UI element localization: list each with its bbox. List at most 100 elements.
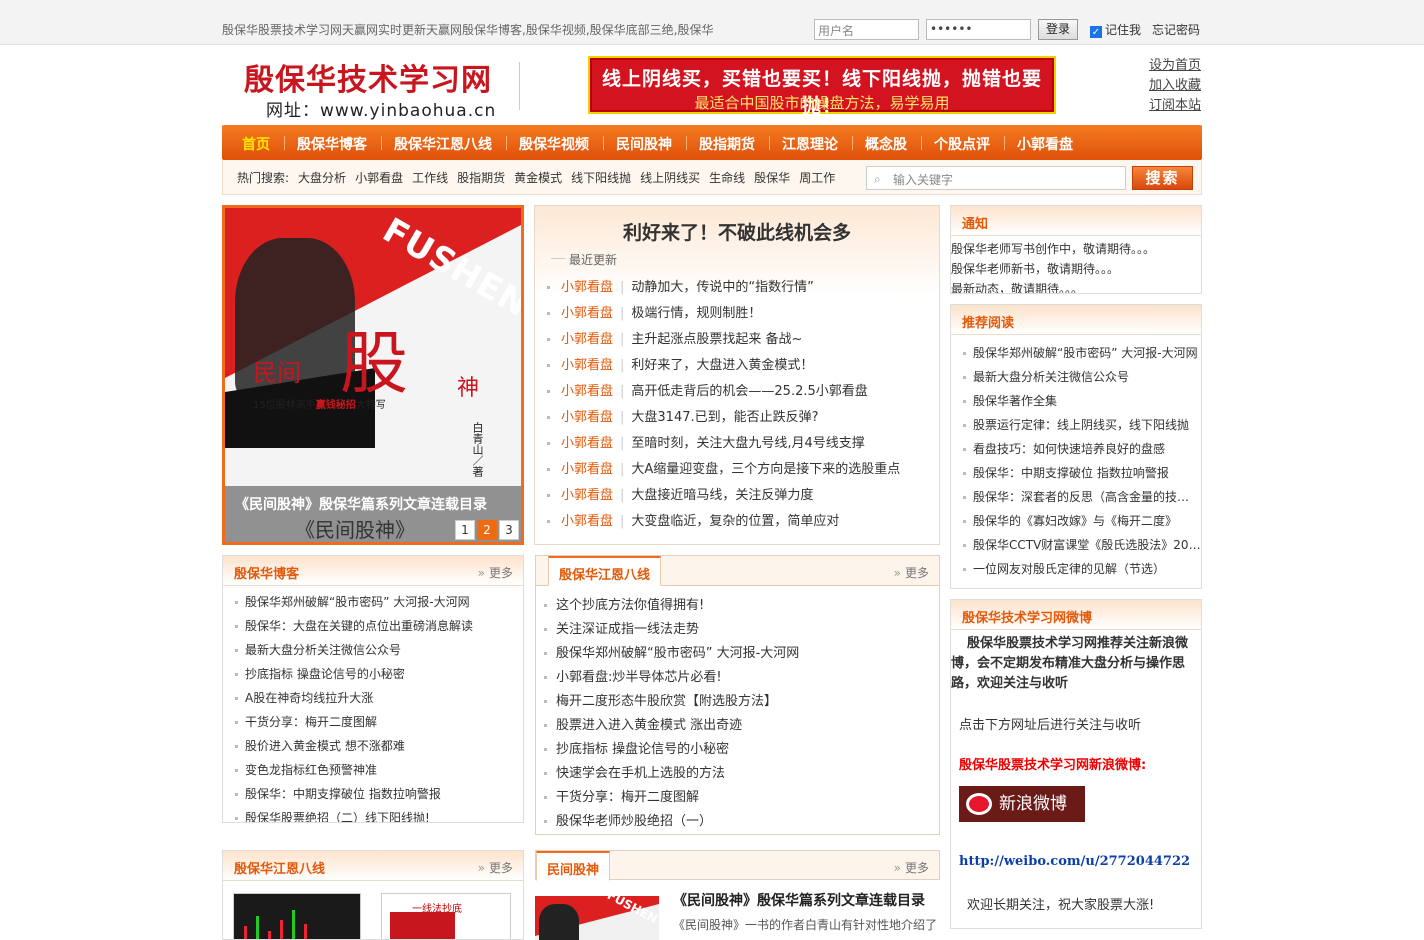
list-item[interactable]: 殷保华老师炒股绝招（一） xyxy=(544,810,939,834)
headline-title[interactable]: 利好来了！不破此线机会多 xyxy=(535,218,939,245)
item-text[interactable]: 最新大盘分析关注微信公众号 xyxy=(973,370,1129,384)
item-text[interactable]: 殷保华CCTV财富课堂《殷氏选股法》2007 xyxy=(973,538,1201,552)
item-text[interactable]: 快速学会在手机上选股的方法 xyxy=(556,766,725,781)
nav-jiangen[interactable]: 殷保华江恩八线 xyxy=(394,134,492,154)
password-input[interactable]: •••••• xyxy=(926,19,1031,40)
list-item[interactable]: 殷保华：中期支撑破位 指数拉响警报 xyxy=(963,461,1201,485)
item-text[interactable]: 大A缩量迎变盘，三个方向是接下来的选股重点 xyxy=(631,462,900,477)
list-item[interactable]: 殷保华：深套者的反思（高含金量的技术文章） xyxy=(963,485,1201,509)
tab-jiangen[interactable]: 殷保华江恩八线 xyxy=(548,556,662,586)
item-text[interactable]: 最新大盘分析关注微信公众号 xyxy=(245,643,401,657)
article-thumbnail[interactable]: FUSHEN xyxy=(535,896,659,940)
subscribe-link[interactable]: 订阅本站 xyxy=(1149,96,1201,116)
item-text[interactable]: 利好来了，大盘进入黄金模式！ xyxy=(631,358,813,373)
nav-xiaoguo[interactable]: 小郭看盘 xyxy=(1017,134,1073,154)
item-tag[interactable]: 小郭看盘 xyxy=(561,280,613,295)
item-tag[interactable]: 小郭看盘 xyxy=(561,462,613,477)
item-text[interactable]: 变色龙指标红色预警神准 xyxy=(245,763,377,777)
slide-page-1[interactable]: 1 xyxy=(455,520,475,540)
list-item[interactable]: 抄底指标 操盘论信号的小秘密 xyxy=(235,662,523,686)
item-text[interactable]: 这个抄底方法你值得拥有! xyxy=(556,598,704,613)
item-text[interactable]: 股价进入黄金模式 想不涨都难 xyxy=(245,739,405,753)
weibo-url-link[interactable]: http://weibo.com/u/2772044722 xyxy=(959,854,1190,869)
list-item[interactable]: 殷保华郑州破解“股市密码” 大河报-大河网 xyxy=(544,642,939,666)
item-text[interactable]: 殷保华郑州破解“股市密码” 大河报-大河网 xyxy=(245,595,470,609)
nav-futures[interactable]: 股指期货 xyxy=(699,134,755,154)
item-text[interactable]: 关注深证成指一线法走势 xyxy=(556,622,699,637)
list-item[interactable]: 股票运行定律：线上阴线买，线下阳线抛 xyxy=(963,413,1201,437)
item-tag[interactable]: 小郭看盘 xyxy=(561,436,613,451)
hot-term[interactable]: 大盘分析 xyxy=(298,171,346,185)
item-text[interactable]: 主升起涨点股票找起来 备战~ xyxy=(631,332,802,347)
list-item[interactable]: 股票进入进入黄金模式 涨出奇迹 xyxy=(544,714,939,738)
list-item[interactable]: 殷保华的《寡妇改嫁》与《梅开二度》 xyxy=(963,509,1201,533)
item-text[interactable]: 干货分享：梅开二度图解 xyxy=(556,790,699,805)
panel-title[interactable]: 殷保华江恩八线 xyxy=(234,858,325,877)
item-text[interactable]: 看盘技巧：如何快速培养良好的盘感 xyxy=(973,442,1165,456)
nav-jiangen-theory[interactable]: 江恩理论 xyxy=(782,134,838,154)
list-item[interactable]: A股在神奇均线拉升大涨 xyxy=(235,686,523,710)
item-text[interactable]: 殷保华郑州破解“股市密码” 大河报-大河网 xyxy=(556,646,799,661)
remember-me-checkbox[interactable]: ✓ 记住我 xyxy=(1090,21,1141,38)
list-item[interactable]: 抄底指标 操盘论信号的小秘密 xyxy=(544,738,939,762)
header-banner[interactable]: 线上阴线买，买错也要买！线下阳线抛，抛错也要抛！ 最适合中国股市的操盘方法，易学… xyxy=(588,56,1056,117)
nav-stock-review[interactable]: 个股点评 xyxy=(934,134,990,154)
list-item[interactable]: 看盘技巧：如何快速培养良好的盘感 xyxy=(963,437,1201,461)
list-item[interactable]: 殷保华股票绝招（二）线下阳线抛! xyxy=(235,806,523,822)
list-item[interactable]: 小郭看盘 | 动静加大，传说中的“指数行情” xyxy=(547,276,900,302)
sina-weibo-logo[interactable]: 新浪微博 xyxy=(959,786,1085,822)
item-text[interactable]: 干货分享：梅开二度图解 xyxy=(245,715,377,729)
slide-page-3[interactable]: 3 xyxy=(499,520,519,540)
item-text[interactable]: 小郭看盘:炒半导体芯片必看! xyxy=(556,670,722,685)
hot-term[interactable]: 股指期货 xyxy=(457,171,505,185)
list-item[interactable]: 殷保华郑州破解“股市密码” 大河报-大河网 xyxy=(235,590,523,614)
item-text[interactable]: 殷保华郑州破解“股市密码” 大河报-大河网 xyxy=(973,346,1198,360)
hot-term[interactable]: 周工作 xyxy=(799,171,835,185)
nav-home[interactable]: 首页 xyxy=(242,134,270,154)
list-item[interactable]: 小郭看盘 | 利好来了，大盘进入黄金模式！ xyxy=(547,354,900,380)
item-text[interactable]: 殷保华的《寡妇改嫁》与《梅开二度》 xyxy=(973,514,1177,528)
item-text[interactable]: 大盘接近暗马线，关注反弹力度 xyxy=(631,488,813,503)
list-item[interactable]: 小郭看盘 | 大盘接近暗马线，关注反弹力度 xyxy=(547,484,900,510)
item-text[interactable]: 抄底指标 操盘论信号的小秘密 xyxy=(556,742,729,757)
hot-term[interactable]: 殷保华 xyxy=(754,171,790,185)
featured-slideshow[interactable]: FUSHEN 民间 股 神 15位股林高手赢钱秘招大特写 白青山／著 《民间股神… xyxy=(222,205,524,545)
slide-page-2[interactable]: 2 xyxy=(477,520,497,540)
hot-term[interactable]: 生命线 xyxy=(709,171,745,185)
item-text[interactable]: 殷保华：中期支撑破位 指数拉响警报 xyxy=(973,466,1169,480)
list-item[interactable]: 小郭看盘 | 至暗时刻，关注大盘九号线,月4号线支撑 xyxy=(547,432,900,458)
checkbox-checked-icon[interactable]: ✓ xyxy=(1090,26,1102,38)
nav-concept[interactable]: 概念股 xyxy=(865,134,907,154)
hot-term[interactable]: 线上阴线买 xyxy=(640,171,700,185)
item-text[interactable]: 至暗时刻，关注大盘九号线,月4号线支撑 xyxy=(631,436,864,451)
list-item[interactable]: 殷保华CCTV财富课堂《殷氏选股法》2007 xyxy=(963,533,1201,557)
item-text[interactable]: 高开低走背后的机会——25.2.5小郭看盘 xyxy=(631,384,867,399)
item-text[interactable]: 殷保华：深套者的反思（高含金量的技术文章） xyxy=(973,490,1201,504)
more-link[interactable]: » 更多 xyxy=(478,859,513,876)
tab-minjian[interactable]: 民间股神 xyxy=(536,851,611,881)
more-link[interactable]: » 更多 xyxy=(894,564,929,581)
list-item[interactable]: 小郭看盘 | 大变盘临近，复杂的位置，简单应对 xyxy=(547,510,900,536)
forgot-password-link[interactable]: 忘记密码 xyxy=(1152,21,1200,38)
item-tag[interactable]: 小郭看盘 xyxy=(561,488,613,503)
list-item[interactable]: 殷保华著作全集 xyxy=(963,389,1201,413)
item-text[interactable]: 大变盘临近，复杂的位置，简单应对 xyxy=(631,514,839,529)
list-item[interactable]: 小郭看盘 | 主升起涨点股票找起来 备战~ xyxy=(547,328,900,354)
nav-minjian[interactable]: 民间股神 xyxy=(616,134,672,154)
list-item[interactable]: 小郭看盘 | 极端行情，规则制胜！ xyxy=(547,302,900,328)
panel-title[interactable]: 殷保华博客 xyxy=(234,563,299,582)
list-item[interactable]: 小郭看盘 | 大盘3147.已到，能否止跌反弹? xyxy=(547,406,900,432)
item-text[interactable]: 动静加大，传说中的“指数行情” xyxy=(631,280,813,295)
list-item[interactable]: 殷保华：中期支撑破位 指数拉响警报 xyxy=(235,782,523,806)
article-title[interactable]: 《民间股神》殷保华篇系列文章连载目录 xyxy=(673,890,925,910)
list-item[interactable]: 关注深证成指一线法走势 xyxy=(544,618,939,642)
more-link[interactable]: » 更多 xyxy=(894,859,929,876)
hot-term[interactable]: 黄金模式 xyxy=(514,171,562,185)
item-text[interactable]: 大盘3147.已到，能否止跌反弹? xyxy=(631,410,818,425)
list-item[interactable]: 最新大盘分析关注微信公众号 xyxy=(963,365,1201,389)
item-text[interactable]: 殷保华老师炒股绝招（一） xyxy=(556,814,712,829)
list-item[interactable]: 殷保华郑州破解“股市密码” 大河报-大河网 xyxy=(963,341,1201,365)
item-text[interactable]: 梅开二度形态牛股欣赏【附选股方法】 xyxy=(556,694,777,709)
list-item[interactable]: 小郭看盘 | 高开低走背后的机会——25.2.5小郭看盘 xyxy=(547,380,900,406)
list-item[interactable]: 梅开二度形态牛股欣赏【附选股方法】 xyxy=(544,690,939,714)
